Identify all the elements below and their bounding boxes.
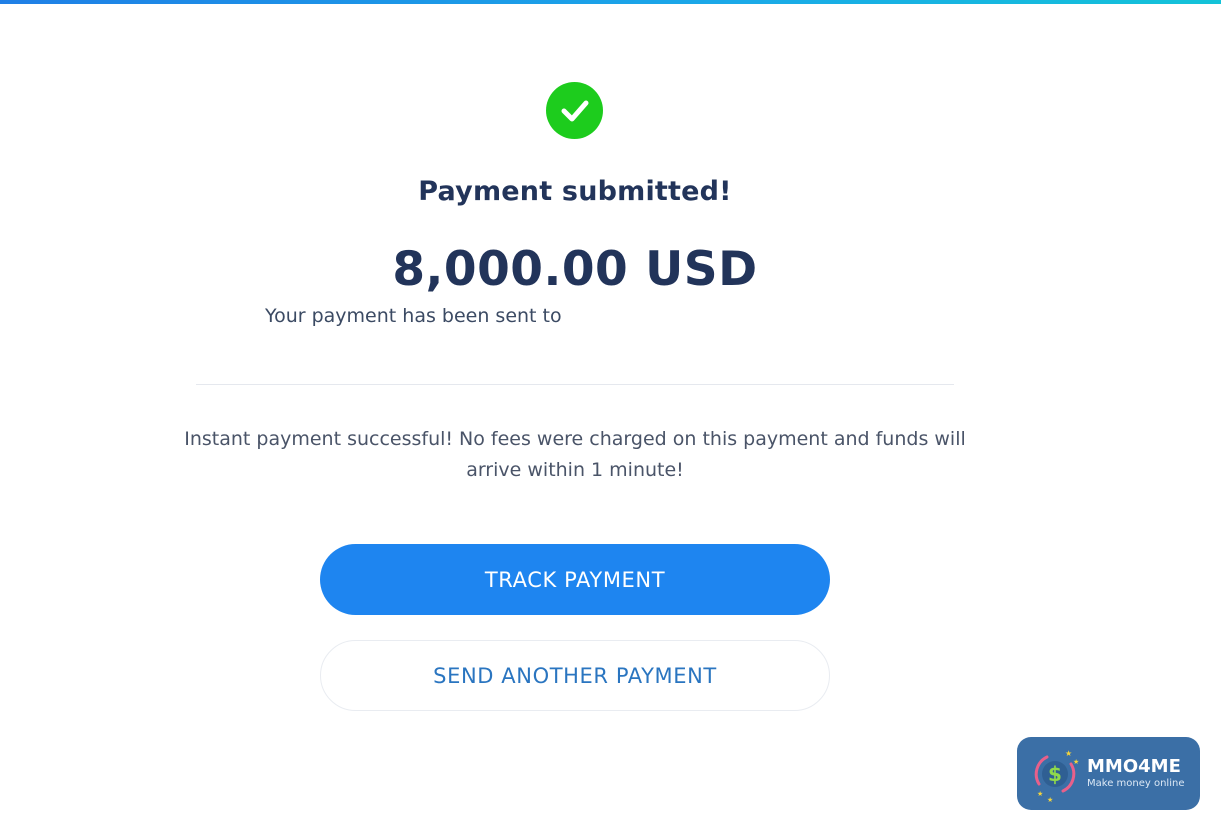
recipient-line: Your payment has been sent to: [265, 305, 905, 328]
watermark-name: MMO4ME: [1087, 756, 1181, 777]
recipient-prefix: Your payment has been sent to: [265, 305, 562, 327]
send-another-payment-button[interactable]: SEND ANOTHER PAYMENT: [320, 640, 830, 711]
payment-amount: 8,000.00 USD: [392, 242, 758, 297]
svg-text:★: ★: [1073, 758, 1079, 766]
top-accent-bar: [0, 0, 1221, 4]
svg-text:$: $: [1048, 762, 1062, 786]
checkmark-icon: [561, 100, 588, 121]
payment-note: Instant payment successful! No fees were…: [184, 428, 966, 481]
divider: [196, 384, 954, 385]
page-title: Payment submitted!: [418, 176, 732, 207]
redacted-recipient: [567, 305, 868, 328]
svg-text:★: ★: [1037, 790, 1043, 798]
check-circle-icon: [546, 82, 603, 139]
watermark-tagline: Make money online: [1087, 778, 1185, 789]
redacted-recipient-line: [420, 336, 740, 354]
svg-text:★: ★: [1047, 796, 1053, 804]
svg-text:★: ★: [1065, 749, 1072, 758]
track-payment-button[interactable]: TRACK PAYMENT: [320, 544, 830, 615]
dollar-coin-icon: $ ★ ★ ★ ★: [1034, 749, 1079, 804]
watermark-badge: $ ★ ★ ★ ★ MMO4ME Make money online: [1017, 737, 1200, 810]
watermark-text: MMO4ME Make money online: [1087, 757, 1184, 790]
